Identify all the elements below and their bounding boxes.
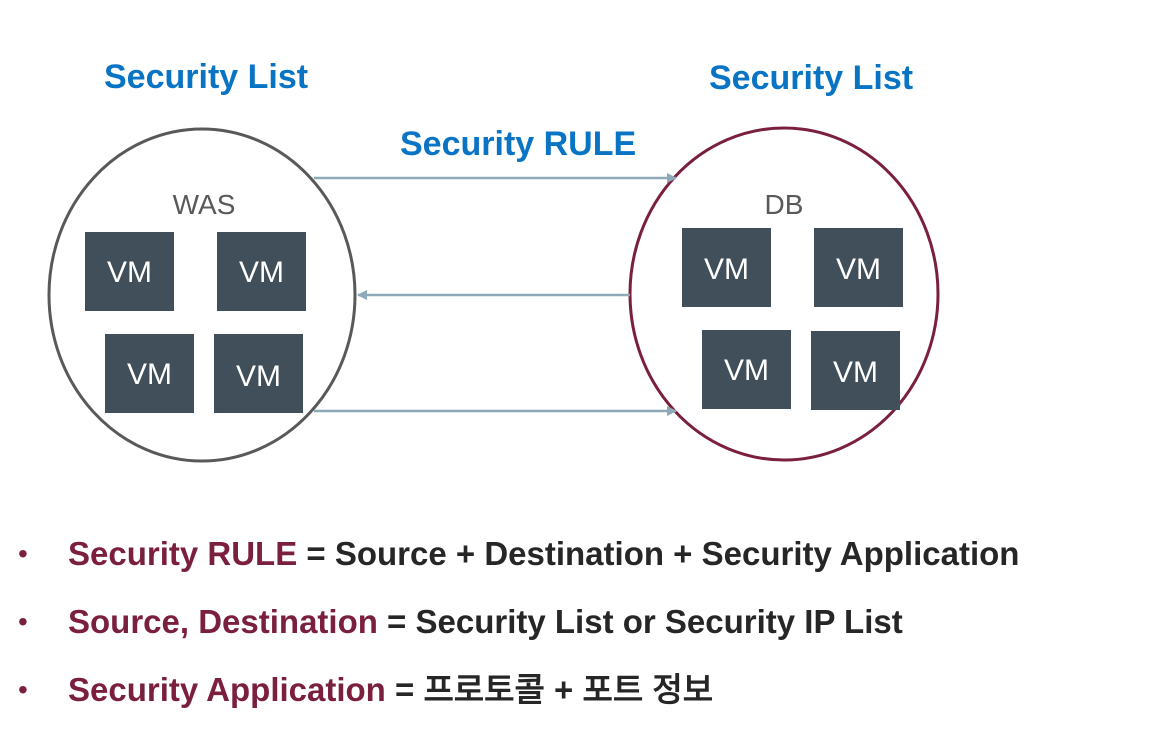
- definition-text: = 프로토콜 + 포트 정보: [385, 671, 714, 708]
- db-vm-3: VM: [702, 330, 791, 409]
- right-security-list-title: Security List: [709, 59, 913, 97]
- bullet-icon: •: [18, 674, 28, 705]
- definition-item-source-destination: • Source, Destination = Security List or…: [18, 596, 1176, 664]
- definition-text: = Source + Destination + Security Applic…: [297, 535, 1020, 572]
- bullet-icon: •: [18, 538, 28, 569]
- definition-item-security-rule: • Security RULE = Source + Destination +…: [18, 528, 1176, 596]
- db-vm-2: VM: [814, 228, 903, 307]
- db-vm-1: VM: [682, 228, 771, 307]
- was-vm-2: VM: [217, 232, 306, 311]
- definition-item-security-application: • Security Application = 프로토콜 + 포트 정보: [18, 664, 1176, 732]
- security-rule-label: Security RULE: [400, 125, 636, 163]
- was-vm-1: VM: [85, 232, 174, 311]
- definition-term: Security RULE = Source + Destination + S…: [68, 535, 1020, 572]
- was-group-label: WAS: [173, 189, 236, 220]
- was-vm-4: VM: [214, 334, 303, 413]
- vm-label: VM: [704, 253, 749, 286]
- vm-label: VM: [236, 360, 281, 393]
- definition-term: Source, Destination = Security List or S…: [68, 603, 903, 640]
- vm-label: VM: [107, 256, 152, 289]
- db-group-label: DB: [765, 189, 804, 220]
- vm-label: VM: [724, 354, 769, 387]
- definition-term: Security Application = 프로토콜 + 포트 정보: [68, 671, 714, 708]
- was-vm-3: VM: [105, 334, 194, 413]
- vm-label: VM: [239, 256, 284, 289]
- definition-text: = Security List or Security IP List: [377, 603, 903, 640]
- db-vm-4: VM: [811, 331, 900, 410]
- vm-label: VM: [127, 358, 172, 391]
- bullet-icon: •: [18, 606, 28, 637]
- vm-label: VM: [836, 253, 881, 286]
- definition-list: • Security RULE = Source + Destination +…: [18, 528, 1176, 732]
- vm-label: VM: [833, 356, 878, 389]
- left-security-list-title: Security List: [104, 58, 308, 96]
